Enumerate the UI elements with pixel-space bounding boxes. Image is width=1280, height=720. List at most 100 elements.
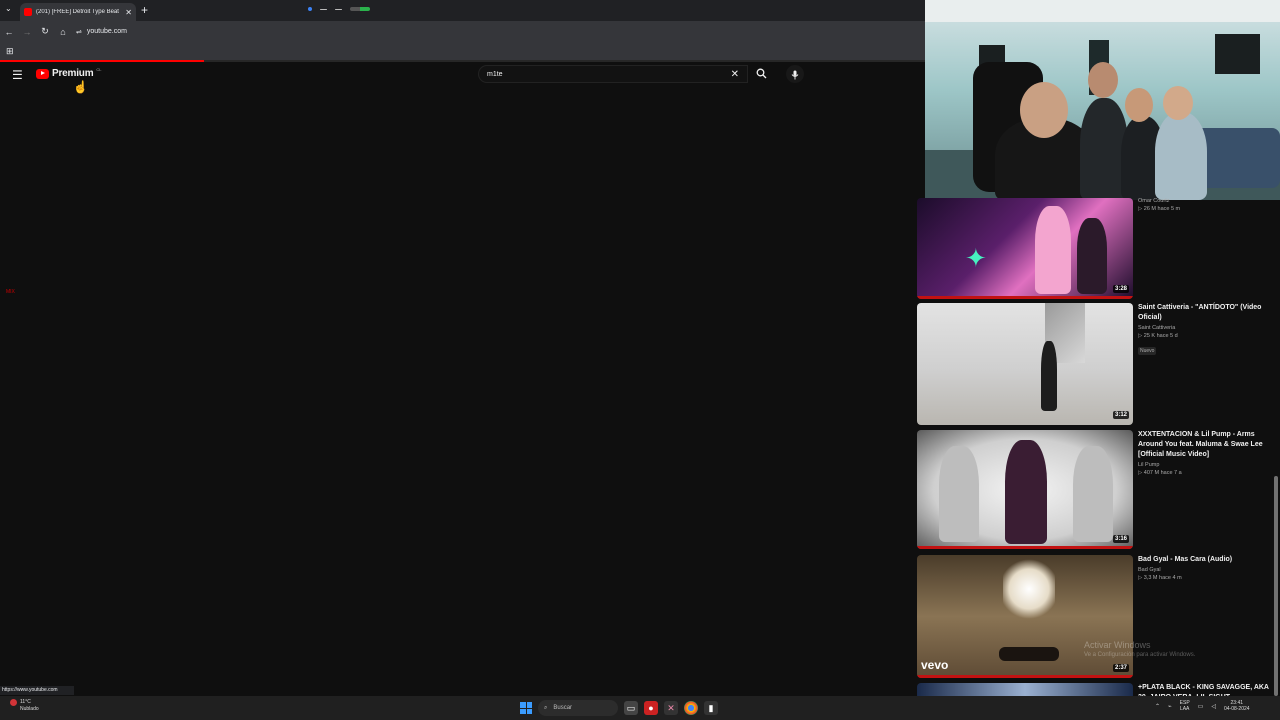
watch-progress-bar (917, 546, 1133, 549)
video-meta: Bad Gyal - Mas Cara (Audio) Bad Gyal ▷ 3… (1138, 555, 1278, 581)
vevo-logo: vevo (921, 658, 949, 672)
browser-toolbar: ← → ↻ ⌂ ⇌ youtube.com (0, 21, 925, 42)
video-meta: +PLATA BLACK - KING SAVAGGE, AKA 20, JAI… (1138, 683, 1278, 696)
clock-date: 04-08-2024 (1223, 706, 1250, 712)
webcam-window-right (1215, 34, 1260, 74)
thumbnail-figure (939, 446, 979, 542)
channel-name[interactable]: Omar Courtz (1138, 198, 1278, 204)
language-indicator[interactable]: ESP LAA (1180, 700, 1190, 712)
forward-icon[interactable]: → (18, 27, 36, 37)
home-icon[interactable]: ⌂ (54, 27, 72, 37)
task-view-icon[interactable]: ▭ (624, 701, 638, 715)
video-stats: ▷ 25 K hace 5 d (1138, 333, 1178, 339)
clear-search-icon[interactable]: ✕ (731, 69, 739, 80)
video-duration: 2:37 (1112, 664, 1129, 672)
browser-tab-active[interactable]: (201) [FREE] Detroit Type Beat ✕ (20, 3, 136, 21)
thumbnail-figure (999, 647, 1059, 661)
weather-temp: 11°C (20, 699, 31, 705)
volume-icon[interactable]: ◁ (1211, 703, 1216, 710)
search-input[interactable]: m1te (487, 71, 731, 78)
thumbnail-figure (1005, 440, 1047, 544)
youtube-favicon-icon (24, 8, 32, 16)
video-title[interactable]: Saint Cattiveria - "ANTÍDOTO" (Video Ofi… (1138, 303, 1278, 323)
video-title[interactable]: +PLATA BLACK - KING SAVAGGE, AKA 20, JAI… (1138, 683, 1278, 696)
video-meta: XXXTENTACION & Lil Pump - Arms Around Yo… (1138, 430, 1278, 476)
thumbnail-figure (1035, 206, 1071, 294)
new-tab-button[interactable]: + (141, 3, 148, 17)
channel-name[interactable]: Bad Gyal (1138, 567, 1278, 573)
webcam-head-4 (1163, 86, 1193, 120)
video-title[interactable]: Bad Gyal - Mas Cara (Audio) (1138, 555, 1278, 565)
video-thumbnail[interactable]: vevo 2:37 (917, 555, 1133, 678)
channel-name[interactable]: Saint Cattiveria (1138, 325, 1278, 331)
video-stats: ▷ 407 M hace 7 a (1138, 470, 1182, 476)
page-load-progress (0, 60, 925, 62)
mix-mark: MIX (6, 289, 15, 295)
browser-tab-strip: ⌄ (201) [FREE] Detroit Type Beat ✕ + (0, 0, 925, 21)
tray-chevron-icon[interactable]: ⌃ (1155, 703, 1160, 710)
search-button[interactable] (750, 65, 772, 83)
youtube-play-icon (36, 68, 49, 79)
video-thumbnail[interactable]: ✦ 3:28 (917, 198, 1133, 299)
window-controls (308, 7, 370, 11)
restore-icon[interactable] (335, 8, 342, 10)
stats-app-icon[interactable]: ▮ (704, 701, 718, 715)
search-icon (756, 68, 766, 79)
thumbnail-figure (1073, 446, 1113, 542)
tray-network-icon[interactable]: ⌁ (1168, 703, 1172, 710)
windows-start-icon[interactable] (520, 702, 532, 714)
minimize-icon[interactable] (308, 7, 312, 11)
bookmarks-bar: ⊞ (0, 42, 925, 60)
video-thumbnail[interactable]: 3:12 (917, 303, 1133, 425)
taskbar-apps: ⌕ Buscar ▭ ● ✕ ▮ (520, 699, 718, 717)
weather-alert-icon (10, 699, 17, 706)
video-title[interactable]: XXXTENTACION & Lil Pump - Arms Around Yo… (1138, 430, 1278, 460)
apps-grid-icon[interactable]: ⊞ (6, 46, 14, 57)
webcam-head-3 (1125, 88, 1153, 122)
language-line-2: LAA (1179, 706, 1190, 712)
watermark-line-2: Ve a Configuración para activar Windows. (1084, 652, 1196, 658)
windows-taskbar: 11°C Nublado ⌕ Buscar ▭ ● ✕ ▮ ⌃ ⌁ ESP LA… (0, 696, 1280, 720)
video-thumbnail[interactable] (917, 683, 1133, 696)
tab-search-menu-button[interactable]: ⌄ (5, 4, 12, 13)
scrollbar[interactable] (1274, 476, 1278, 696)
microphone-icon (791, 70, 799, 80)
clock[interactable]: 23:41 04-08-2024 (1224, 700, 1250, 712)
search-box[interactable]: m1te ✕ (478, 65, 748, 83)
search-icon: ⌕ (544, 704, 548, 711)
status-bar-url: https://www.youtube.com (0, 686, 74, 695)
video-meta: Saint Cattiveria - "ANTÍDOTO" (Video Ofi… (1138, 303, 1278, 357)
watermark-line-1: Activar Windows (1084, 640, 1151, 650)
webcam-overlay (925, 0, 1280, 200)
video-duration: 3:12 (1112, 411, 1129, 419)
watch-progress-bar (917, 296, 1133, 299)
watch-progress-bar (917, 675, 1133, 678)
chrome-icon[interactable] (684, 701, 698, 715)
tab-close-icon[interactable]: ✕ (125, 8, 132, 17)
windows-activation-watermark: Activar Windows Ve a Configuración para … (1084, 640, 1195, 658)
taskbar-search-placeholder: Buscar (553, 705, 573, 711)
weather-widget[interactable]: 11°C Nublado (10, 699, 39, 713)
menu-icon[interactable]: ☰ (12, 68, 23, 82)
reload-icon[interactable]: ↻ (36, 26, 54, 37)
youtube-premium-logo[interactable]: Premium CL (36, 67, 102, 79)
taskbar-search-box[interactable]: ⌕ Buscar (538, 700, 618, 716)
webcam-person-4 (1155, 112, 1207, 200)
address-bar[interactable]: ⇌ youtube.com (76, 28, 127, 36)
app-x-icon[interactable]: ✕ (664, 701, 678, 715)
voice-search-button[interactable] (786, 65, 804, 83)
video-thumbnail[interactable]: 3:16 (917, 430, 1133, 549)
system-tray: ⌃ ⌁ ESP LAA ▭ ◁ 23:41 04-08-2024 (1155, 700, 1250, 712)
recording-indicator-icon (350, 7, 370, 11)
back-icon[interactable]: ← (0, 27, 18, 37)
channel-name[interactable]: Lil Pump (1138, 462, 1278, 468)
video-stats: ▷ 26 M hace 5 m (1138, 206, 1181, 212)
recommendations-list: ✦ 3:28 Omar Courtz ▷ 26 M hace 5 m 3:12 … (915, 198, 1280, 696)
thumbnail-figure (1077, 218, 1107, 294)
monitor-icon[interactable]: ▭ (1198, 703, 1204, 710)
site-info-icon[interactable]: ⇌ (76, 28, 82, 36)
page-load-progress-fill (0, 60, 204, 62)
maximize-icon[interactable] (320, 8, 327, 10)
app-red-icon[interactable]: ● (644, 701, 658, 715)
thumbnail-star: ✦ (965, 243, 987, 273)
